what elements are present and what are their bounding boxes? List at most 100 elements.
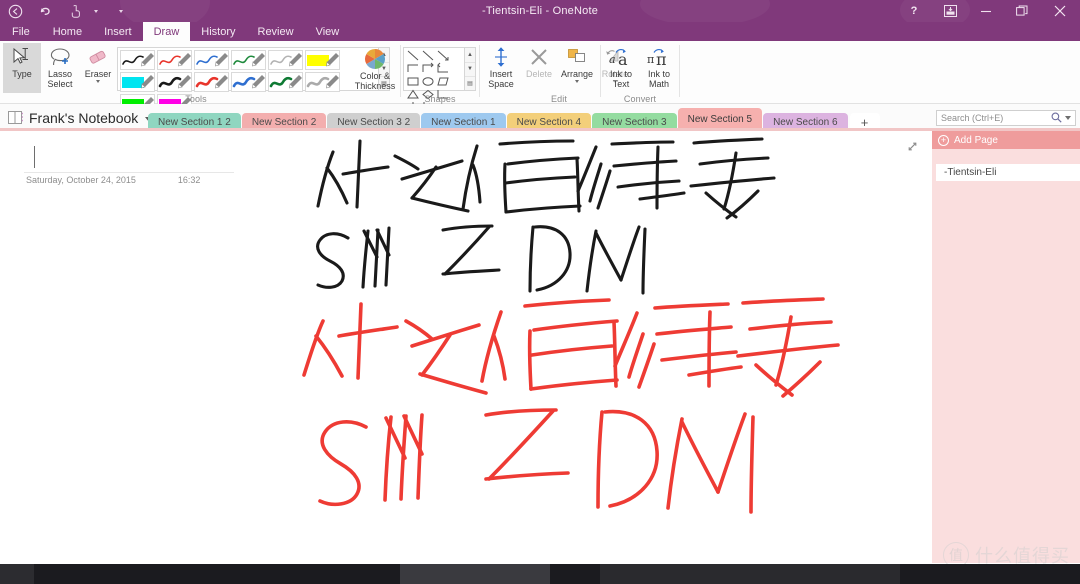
parallelogram-shape[interactable] bbox=[435, 75, 450, 88]
color-thickness-button[interactable]: Color & Thickness bbox=[352, 45, 398, 93]
tab-insert[interactable]: Insert bbox=[93, 22, 143, 41]
lasso-label-2: Select bbox=[47, 79, 73, 89]
ribbon-tab-strip: File Home Insert Draw History Review Vie… bbox=[0, 22, 1080, 41]
ink-to-math-label-1: Ink to bbox=[647, 69, 670, 79]
taskbar-item-1[interactable] bbox=[400, 564, 550, 584]
expand-page-icon[interactable] bbox=[907, 139, 918, 151]
minimize-icon[interactable] bbox=[968, 0, 1004, 22]
ink-to-text-label-2: Text bbox=[612, 79, 630, 89]
ink-stroke-group-red-chinese bbox=[302, 297, 840, 398]
group-label-convert: Convert bbox=[623, 94, 657, 104]
notebook-selector[interactable]: Frank's Notebook bbox=[8, 107, 154, 128]
pen-gray[interactable] bbox=[268, 50, 303, 70]
insert-space-label-2: Space bbox=[488, 79, 514, 89]
type-tool-button[interactable]: Type bbox=[3, 43, 41, 93]
search-icon[interactable] bbox=[1051, 112, 1062, 125]
shape-gallery-scroll-up-icon[interactable]: ▲ bbox=[465, 48, 475, 62]
arrange-label: Arrange bbox=[560, 69, 594, 79]
type-tool-label: Type bbox=[12, 69, 32, 79]
ellipse-shape[interactable] bbox=[420, 75, 435, 88]
tab-file[interactable]: File bbox=[0, 22, 42, 41]
pen-black[interactable] bbox=[120, 50, 155, 70]
insert-space-button[interactable]: Insert Space bbox=[482, 43, 520, 93]
elbow-shape[interactable] bbox=[405, 62, 420, 75]
close-icon[interactable] bbox=[1040, 0, 1080, 22]
title-bar: -Tientsin-Eli - OneNote ? bbox=[0, 0, 1080, 30]
pen-blue-thick[interactable] bbox=[231, 72, 266, 92]
eraser-icon bbox=[86, 45, 110, 69]
pen-black-thick[interactable] bbox=[157, 72, 192, 92]
page-datetime: Saturday, October 24, 2015 16:32 bbox=[26, 175, 200, 185]
tab-draw[interactable]: Draw bbox=[142, 22, 191, 41]
taskbar-item-2[interactable] bbox=[600, 564, 900, 584]
rectangle-shape[interactable] bbox=[405, 75, 420, 88]
pen-gray-thick[interactable] bbox=[305, 72, 340, 92]
shape-gallery[interactable] bbox=[403, 47, 465, 113]
window-controls: ? bbox=[896, 0, 1080, 22]
lasso-icon bbox=[48, 45, 72, 69]
color-wheel-icon bbox=[363, 47, 387, 71]
notebook-icon bbox=[8, 111, 23, 124]
elbow-arrow-shape[interactable] bbox=[420, 62, 435, 75]
pen-green[interactable] bbox=[231, 50, 266, 70]
tab-review[interactable]: Review bbox=[247, 22, 305, 41]
ink-layer bbox=[302, 137, 840, 514]
ink-stroke-group-black-chinese bbox=[316, 137, 776, 220]
highlighter-yellow[interactable] bbox=[305, 50, 340, 70]
page-time: 16:32 bbox=[177, 175, 201, 185]
insert-space-label-1: Insert bbox=[489, 69, 513, 79]
eraser-button[interactable]: Eraser bbox=[79, 43, 117, 93]
pen-red[interactable] bbox=[157, 50, 192, 70]
group-divider-4 bbox=[679, 45, 680, 97]
add-page-label: Add Page bbox=[954, 134, 998, 146]
add-page-button[interactable]: + Add Page bbox=[932, 131, 1080, 149]
tab-view[interactable]: View bbox=[305, 22, 351, 41]
line-shape[interactable] bbox=[405, 49, 420, 62]
pen-green-thick[interactable] bbox=[268, 72, 303, 92]
shape-gallery-more-icon[interactable]: ▤ bbox=[465, 75, 475, 90]
pen-red-thick[interactable] bbox=[194, 72, 229, 92]
ink-to-math-button[interactable]: π π Ink to Math bbox=[640, 43, 678, 93]
shape-gallery-scrollbar[interactable]: ▲ ▼ ▤ bbox=[465, 47, 476, 91]
ribbon-display-options-icon[interactable] bbox=[932, 0, 968, 22]
taskbar[interactable] bbox=[0, 564, 1080, 584]
arrange-button[interactable]: Arrange bbox=[558, 43, 596, 93]
svg-text:π: π bbox=[647, 53, 654, 66]
section-tab-label: New Section 2 bbox=[251, 116, 317, 128]
pen-gallery[interactable] bbox=[117, 47, 379, 114]
ink-to-text-button[interactable]: a a Ink to Text bbox=[602, 43, 640, 93]
ribbon: Type Lasso Select Eraser ▼ ▤ Tools Color… bbox=[0, 41, 1080, 114]
lasso-select-button[interactable]: Lasso Select bbox=[41, 43, 79, 93]
tab-history[interactable]: History bbox=[190, 22, 246, 41]
corner-arrow-shape[interactable] bbox=[435, 62, 450, 75]
arrange-chevron-down-icon[interactable] bbox=[575, 80, 579, 83]
pen-blue[interactable] bbox=[194, 50, 229, 70]
color-thickness-label-1: Color & bbox=[359, 71, 390, 81]
lasso-label-1: Lasso bbox=[47, 69, 73, 79]
section-tab-label: New Section 1 bbox=[431, 116, 496, 128]
ribbon-group-edit: Insert Space Delete Arrange Rotate Edit bbox=[480, 41, 628, 104]
taskbar-start[interactable] bbox=[0, 564, 34, 584]
section-tab-label: New Section 4 bbox=[516, 116, 582, 128]
arrow-shape[interactable] bbox=[435, 49, 450, 62]
page-list-item[interactable]: -Tientsin-Eli bbox=[936, 164, 1080, 181]
delete-icon bbox=[529, 45, 549, 69]
page-canvas[interactable]: Saturday, October 24, 2015 16:32 bbox=[0, 131, 932, 563]
ink-to-math-icon: π π bbox=[646, 45, 672, 69]
help-icon[interactable]: ? bbox=[896, 0, 932, 22]
shape-gallery-scroll-down-icon[interactable]: ▼ bbox=[465, 61, 475, 76]
line-shape-2[interactable] bbox=[420, 49, 435, 62]
search-placeholder: Search (Ctrl+E) bbox=[941, 113, 1004, 123]
page-list-pane: + Add Page -Tientsin-Eli bbox=[932, 131, 1080, 563]
tab-home[interactable]: Home bbox=[42, 22, 93, 41]
search-box[interactable]: Search (Ctrl+E) bbox=[936, 110, 1076, 126]
color-thickness-label-2: Thickness bbox=[354, 81, 396, 91]
search-scope-chevron-down-icon[interactable] bbox=[1065, 116, 1071, 120]
delete-button: Delete bbox=[520, 43, 558, 93]
restore-icon[interactable] bbox=[1004, 0, 1040, 22]
page-title-rule bbox=[24, 172, 234, 173]
eraser-chevron-down-icon[interactable] bbox=[96, 80, 100, 83]
page-list-item-label: -Tientsin-Eli bbox=[944, 167, 997, 178]
highlighter-cyan[interactable] bbox=[120, 72, 155, 92]
ribbon-group-shapes: ▲ ▼ ▤ Shapes bbox=[401, 41, 479, 113]
